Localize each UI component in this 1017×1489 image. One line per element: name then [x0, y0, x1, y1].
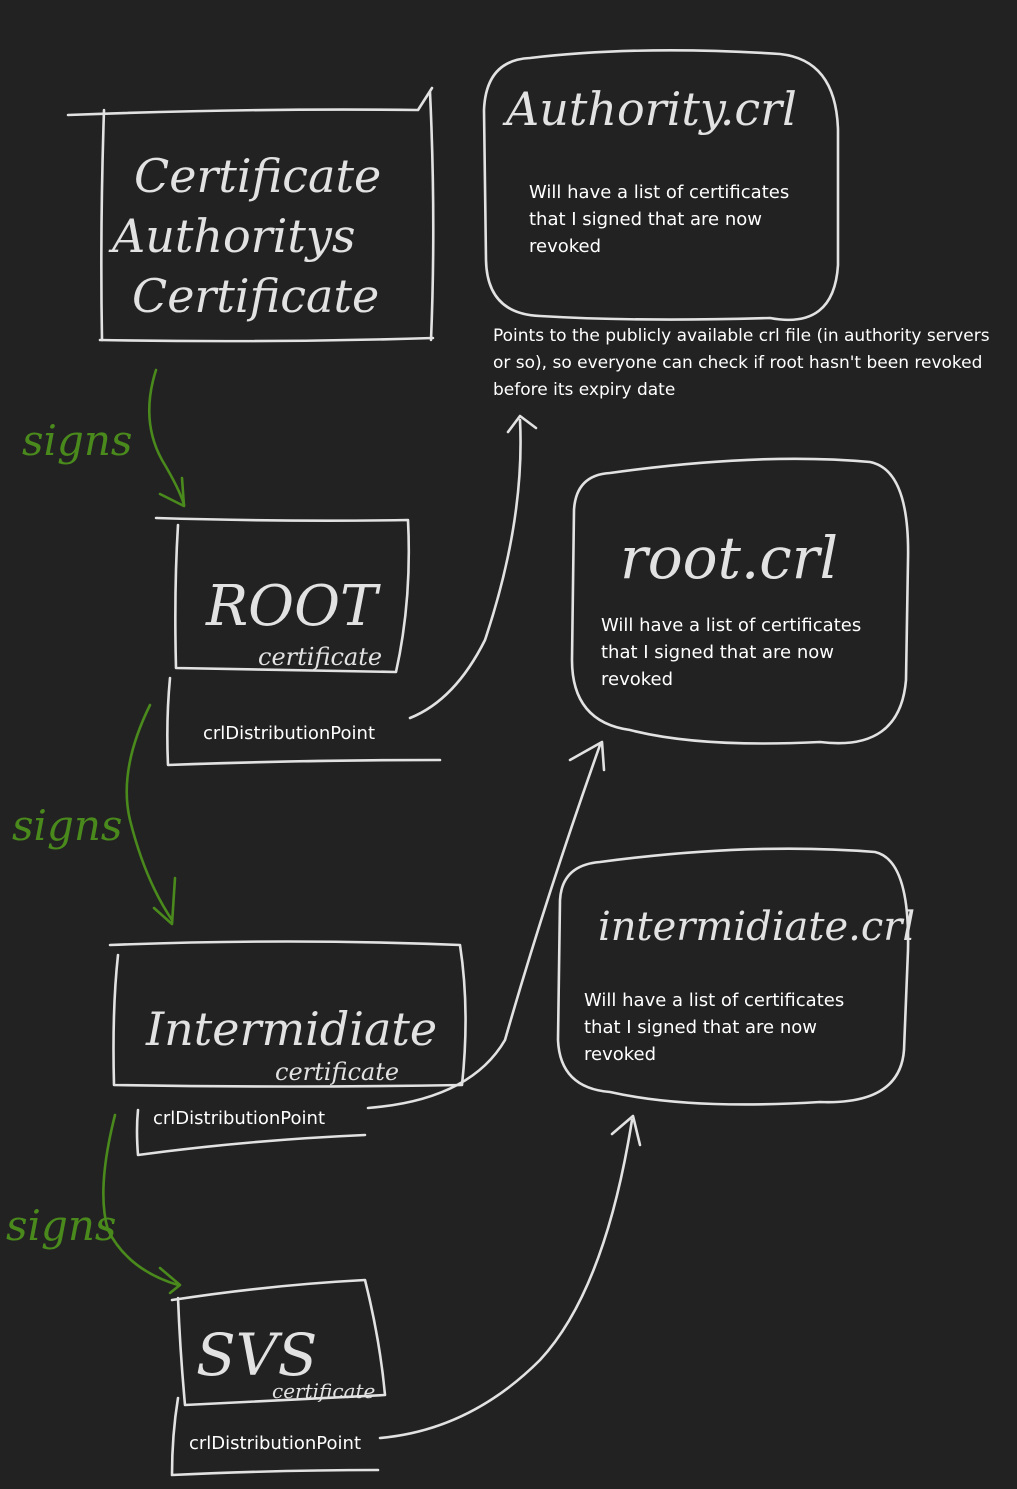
crl-arrow-svs-to-intermediate	[378, 1114, 642, 1440]
authority-crl-title: Authority.crl	[502, 82, 797, 136]
intermediate-certificate-title: Intermidiate	[145, 1002, 437, 1056]
intermediate-crl-distribution-point: crlDistributionPoint	[153, 1108, 326, 1129]
root-crl-distribution-point: crlDistributionPoint	[203, 723, 376, 744]
ca-certificate-box: Certificate Authoritys Certificate	[66, 86, 435, 343]
authority-crl-description: Will have a list of certificates that I …	[529, 182, 790, 257]
signs-arrow-root-to-intermediate: signs	[12, 703, 177, 926]
crl-arrow-root-to-authority	[408, 414, 538, 720]
intermediate-certificate-subtitle: certificate	[275, 1058, 399, 1086]
ca-certificate-title-line1: Certificate	[134, 149, 381, 203]
svs-crl-distribution-point: crlDistributionPoint	[189, 1433, 362, 1454]
root-certificate-title: ROOT	[205, 574, 381, 639]
ca-certificate-title-line2: Authoritys	[108, 209, 355, 263]
diagram-canvas: Certificate Authoritys Certificate Autho…	[6, 49, 915, 1477]
signs-label-2: signs	[12, 801, 122, 850]
signs-label-1: signs	[22, 416, 132, 465]
intermediate-crl-description: Will have a list of certificates that I …	[584, 990, 845, 1065]
signs-label-3: signs	[6, 1201, 116, 1250]
ca-certificate-title-line3: Certificate	[132, 269, 379, 323]
signs-arrow-intermediate-to-svs: signs	[6, 1113, 182, 1295]
root-crl-title: root.crl	[620, 524, 838, 592]
crl-pointer-note: Points to the publicly available crl fil…	[493, 326, 990, 400]
signs-arrow-ca-to-root: signs	[22, 368, 186, 508]
svs-certificate-subtitle: certificate	[272, 1379, 375, 1403]
root-crl-description: Will have a list of certificates that I …	[601, 615, 862, 690]
intermediate-crl-title: intermidiate.crl	[598, 904, 915, 950]
root-crl-box: root.crl	[570, 457, 910, 745]
root-certificate-subtitle: certificate	[258, 643, 382, 671]
